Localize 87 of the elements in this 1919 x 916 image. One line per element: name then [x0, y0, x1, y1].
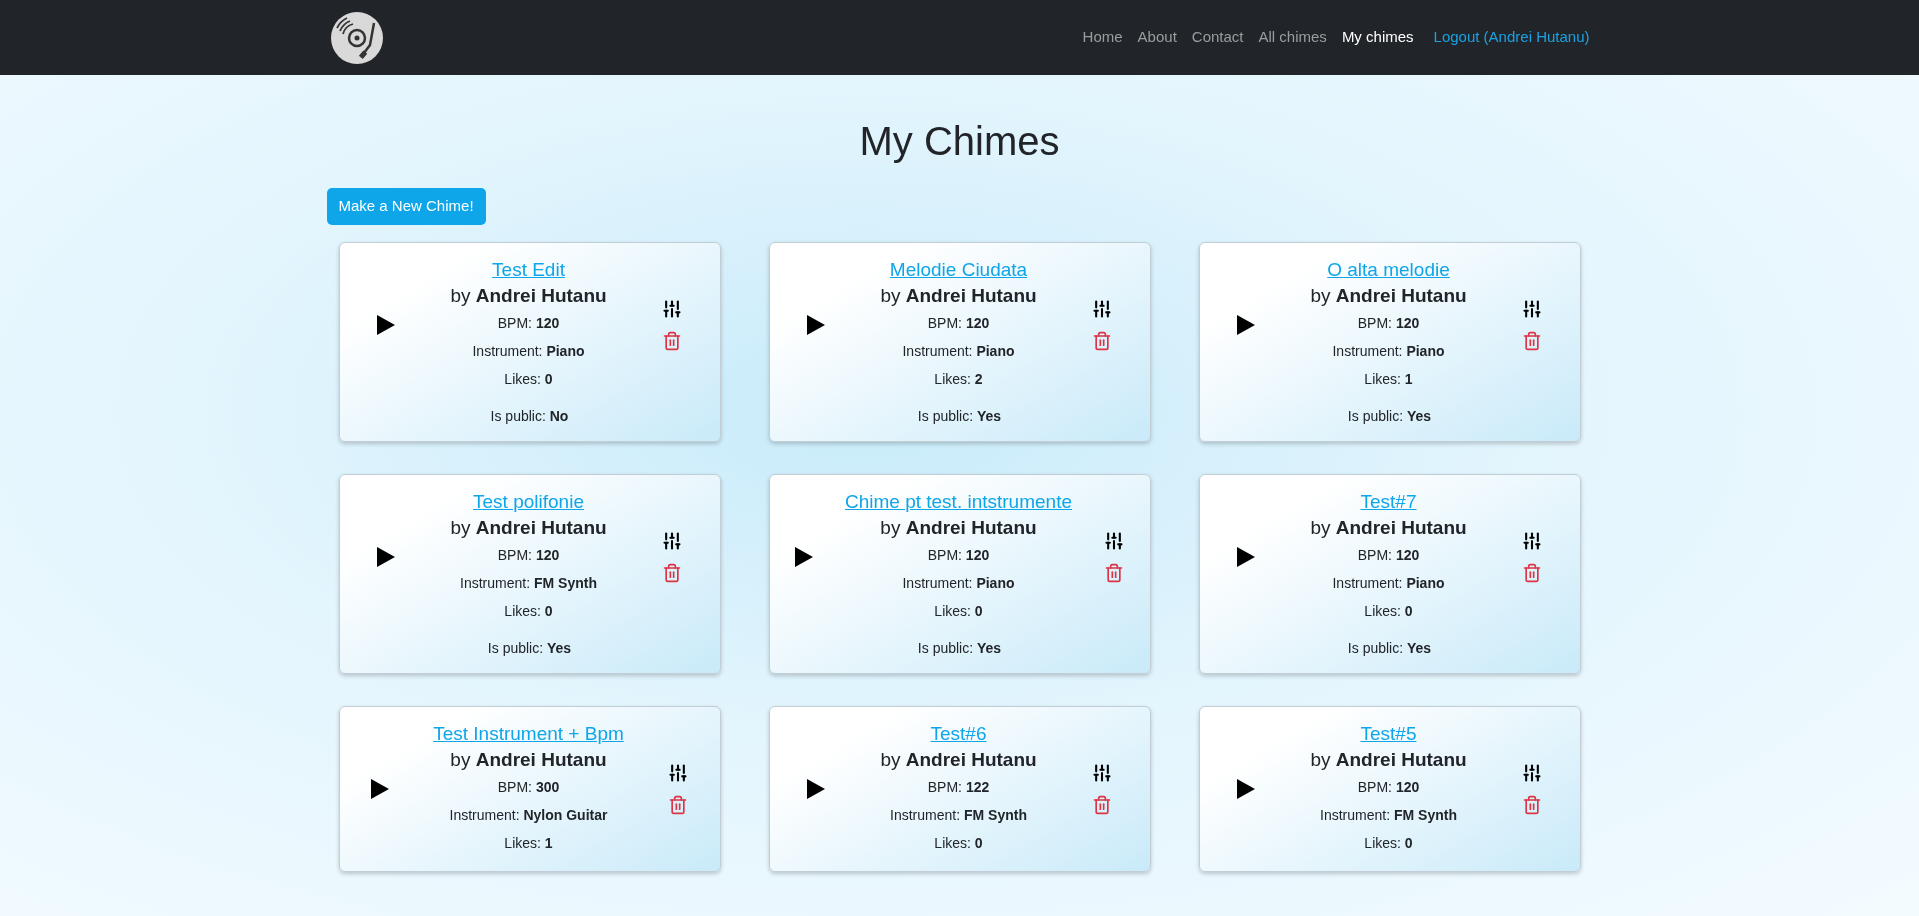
nav-link[interactable]: Home: [1082, 26, 1123, 49]
play-icon[interactable]: [1237, 315, 1256, 335]
author-text: by Andrei Hutanu: [880, 748, 1037, 772]
chime-detail-text: Likes: 0: [934, 602, 983, 621]
chime-title-link[interactable]: Test polifonie: [473, 489, 584, 514]
sliders-icon[interactable]: [667, 763, 688, 783]
trash-icon[interactable]: [1521, 795, 1542, 815]
chime-detail-text: BPM: 120: [1357, 314, 1420, 333]
chime-detail-text: Instrument: FM Synth: [1320, 806, 1457, 825]
chime-detail-text: Likes: 2: [934, 370, 983, 389]
nav-link[interactable]: Contact: [1191, 26, 1244, 49]
chime-detail-text: Instrument: FM Synth: [890, 806, 1027, 825]
play-icon[interactable]: [795, 547, 814, 567]
nav-link[interactable]: All chimes: [1258, 26, 1327, 49]
chime-detail-text: Instrument: Piano: [902, 342, 1015, 361]
chime-detail-text: BPM: 120: [497, 314, 560, 333]
author-text: by Andrei Hutanu: [1310, 516, 1467, 540]
play-icon[interactable]: [807, 779, 826, 799]
chime-detail-text: BPM: 120: [927, 546, 990, 565]
chime-detail-text: Likes: 0: [1364, 834, 1413, 853]
chime-detail-text: BPM: 300: [497, 778, 560, 797]
chime-title-link[interactable]: Test#7: [1360, 489, 1417, 514]
nav-link[interactable]: My chimes: [1341, 26, 1414, 49]
sliders-icon[interactable]: [1103, 531, 1124, 551]
trash-icon[interactable]: [661, 331, 682, 351]
chime-detail-text: Instrument: Nylon Guitar: [449, 806, 608, 825]
sliders-icon[interactable]: [1521, 299, 1542, 319]
nav-link[interactable]: About: [1137, 26, 1177, 49]
chime-detail-text: Likes: 1: [1364, 370, 1413, 389]
trash-icon[interactable]: [1091, 331, 1112, 351]
sliders-icon[interactable]: [661, 299, 682, 319]
author-text: by Andrei Hutanu: [450, 516, 607, 540]
chime-detail-text: Instrument: Piano: [902, 574, 1015, 593]
author-text: by Andrei Hutanu: [450, 748, 607, 772]
trash-icon[interactable]: [1103, 563, 1124, 583]
chime-detail-text: Likes: 0: [1364, 602, 1413, 621]
chime-detail-text: Likes: 0: [504, 370, 553, 389]
chime-detail-text: Instrument: Piano: [472, 342, 585, 361]
vinyl-disc-logo[interactable]: [329, 10, 384, 65]
author-text: by Andrei Hutanu: [1310, 748, 1467, 772]
chime-detail-text: Instrument: Piano: [1332, 342, 1445, 361]
public-status-text: Is public: Yes: [1347, 639, 1432, 658]
public-status-text: Is public: Yes: [917, 639, 1002, 658]
play-icon[interactable]: [1237, 547, 1256, 567]
chime-detail-text: Likes: 0: [934, 834, 983, 853]
chime-detail-text: BPM: 120: [497, 546, 560, 565]
public-status-text: Is public: Yes: [917, 407, 1002, 426]
sliders-icon[interactable]: [1521, 763, 1542, 783]
chime-detail-text: BPM: 120: [1357, 546, 1420, 565]
play-icon[interactable]: [1237, 779, 1256, 799]
logout-link[interactable]: Logout (Andrei Hutanu): [1433, 26, 1590, 49]
trash-icon[interactable]: [1521, 331, 1542, 351]
chime-title-link[interactable]: Melodie Ciudata: [889, 257, 1028, 282]
public-status-text: Is public: No: [490, 407, 569, 426]
author-text: by Andrei Hutanu: [1310, 284, 1467, 308]
trash-icon[interactable]: [661, 563, 682, 583]
author-text: by Andrei Hutanu: [880, 284, 1037, 308]
trash-icon[interactable]: [667, 795, 688, 815]
sliders-icon[interactable]: [661, 531, 682, 551]
chime-detail-text: Instrument: FM Synth: [460, 574, 597, 593]
public-status-text: Is public: Yes: [487, 639, 572, 658]
trash-icon[interactable]: [1521, 563, 1542, 583]
play-icon[interactable]: [371, 779, 390, 799]
chime-detail-text: Instrument: Piano: [1332, 574, 1445, 593]
sliders-icon[interactable]: [1091, 299, 1112, 319]
author-text: by Andrei Hutanu: [880, 516, 1037, 540]
chime-detail-text: Likes: 1: [504, 834, 553, 853]
chime-detail-text: BPM: 122: [927, 778, 990, 797]
new-chime-button[interactable]: Make a New Chime!: [326, 188, 486, 225]
chime-title-link[interactable]: Chime pt test. intstrumente: [844, 489, 1072, 514]
play-icon[interactable]: [807, 315, 826, 335]
page-heading: My Chimes: [858, 118, 1061, 165]
author-text: by Andrei Hutanu: [450, 284, 607, 308]
trash-icon[interactable]: [1091, 795, 1112, 815]
chime-title-link[interactable]: O alta melodie: [1327, 257, 1450, 282]
sliders-icon[interactable]: [1091, 763, 1112, 783]
play-icon[interactable]: [377, 547, 396, 567]
public-status-text: Is public: Yes: [1347, 407, 1432, 426]
chime-detail-text: BPM: 120: [1357, 778, 1420, 797]
play-icon[interactable]: [377, 315, 396, 335]
chime-title-link[interactable]: Test#6: [930, 721, 987, 746]
chime-title-link[interactable]: Test Edit: [492, 257, 565, 282]
chime-title-link[interactable]: Test Instrument + Bpm: [433, 721, 624, 746]
chime-title-link[interactable]: Test#5: [1360, 721, 1417, 746]
chime-detail-text: Likes: 0: [504, 602, 553, 621]
sliders-icon[interactable]: [1521, 531, 1542, 551]
chime-detail-text: BPM: 120: [927, 314, 990, 333]
